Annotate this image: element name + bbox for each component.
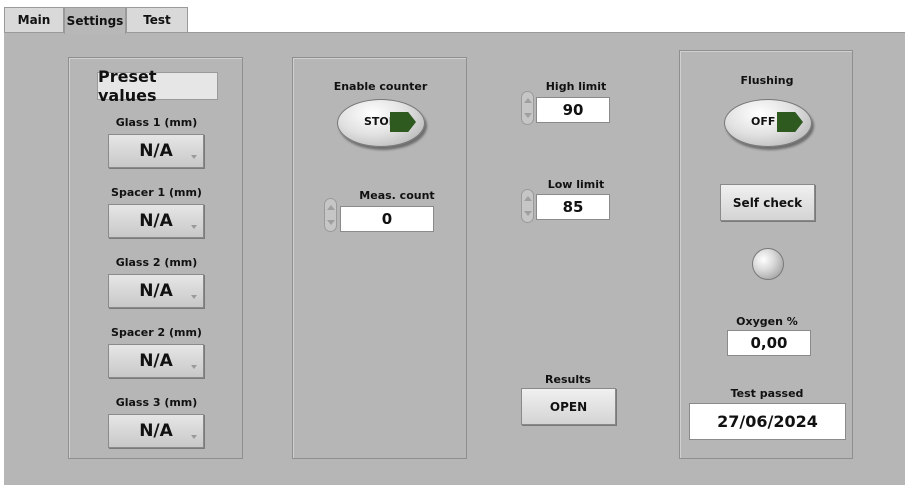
glass-2-label: Glass 2 (mm): [115, 256, 198, 269]
preset-values-frame: Preset values Glass 1 (mm) N/A Spacer 1 …: [68, 57, 243, 459]
tab-settings[interactable]: Settings: [64, 7, 126, 34]
spacer-1-label: Spacer 1 (mm): [111, 186, 202, 199]
flushing-state: OFF: [751, 115, 776, 128]
dropdown-arrow-icon: [191, 155, 197, 159]
counter-frame: Enable counter STOP Meas. count 0: [292, 57, 467, 459]
low-limit-label: Low limit: [547, 178, 605, 191]
high-limit-label: High limit: [545, 80, 607, 93]
test-passed-label: Test passed: [730, 387, 804, 400]
status-lamp-icon: [752, 248, 784, 280]
dropdown-arrow-icon: [191, 365, 197, 369]
glass-1-value: N/A: [139, 141, 173, 161]
glass-1-label: Glass 1 (mm): [115, 116, 198, 129]
flushing-toggle[interactable]: OFF: [724, 99, 812, 147]
glass-2-value: N/A: [139, 281, 173, 301]
high-limit-field[interactable]: 90: [536, 97, 610, 123]
glass-3-label: Glass 3 (mm): [115, 396, 198, 409]
glass-3-ring[interactable]: N/A: [108, 414, 204, 448]
oxygen-label: Oxygen %: [736, 315, 798, 328]
decrement-arrow-icon: [327, 220, 335, 225]
glass-3-value: N/A: [139, 421, 173, 441]
toggle-led-icon: [777, 112, 803, 132]
dropdown-arrow-icon: [191, 225, 197, 229]
low-limit-field[interactable]: 85: [536, 194, 610, 220]
results-open-button[interactable]: OPEN: [521, 388, 616, 425]
enable-counter-label: Enable counter: [333, 80, 428, 93]
spacer-1-ring[interactable]: N/A: [108, 204, 204, 238]
decrement-arrow-icon: [524, 211, 532, 216]
meas-count-label: Meas. count: [359, 189, 435, 202]
self-check-button[interactable]: Self check: [720, 184, 815, 221]
spacer-2-label: Spacer 2 (mm): [111, 326, 202, 339]
increment-arrow-icon: [327, 205, 335, 210]
glass-1-ring[interactable]: N/A: [108, 134, 204, 168]
results-label: Results: [545, 373, 591, 386]
preset-values-title: Preset values: [97, 67, 218, 105]
flushing-frame: Flushing OFF Self check Oxygen % 0,00 Te…: [679, 50, 853, 459]
dropdown-arrow-icon: [191, 295, 197, 299]
test-passed-field: 27/06/2024: [689, 403, 846, 440]
spacer-2-value: N/A: [139, 351, 173, 371]
enable-counter-toggle[interactable]: STOP: [337, 99, 425, 147]
meas-count-field[interactable]: 0: [340, 206, 434, 232]
settings-panel: Preset values Glass 1 (mm) N/A Spacer 1 …: [4, 32, 905, 485]
increment-arrow-icon: [524, 196, 532, 201]
flushing-label: Flushing: [740, 74, 794, 87]
low-limit-spinner[interactable]: [521, 189, 534, 223]
toggle-led-icon: [390, 112, 416, 132]
increment-arrow-icon: [524, 98, 532, 103]
glass-2-ring[interactable]: N/A: [108, 274, 204, 308]
spacer-1-value: N/A: [139, 211, 173, 231]
high-limit-spinner[interactable]: [521, 91, 534, 125]
dropdown-arrow-icon: [191, 435, 197, 439]
oxygen-field: 0,00: [727, 330, 811, 356]
tab-test[interactable]: Test: [126, 7, 188, 32]
meas-count-spinner[interactable]: [324, 198, 337, 232]
decrement-arrow-icon: [524, 113, 532, 118]
spacer-2-ring[interactable]: N/A: [108, 344, 204, 378]
tab-main[interactable]: Main: [4, 7, 64, 32]
